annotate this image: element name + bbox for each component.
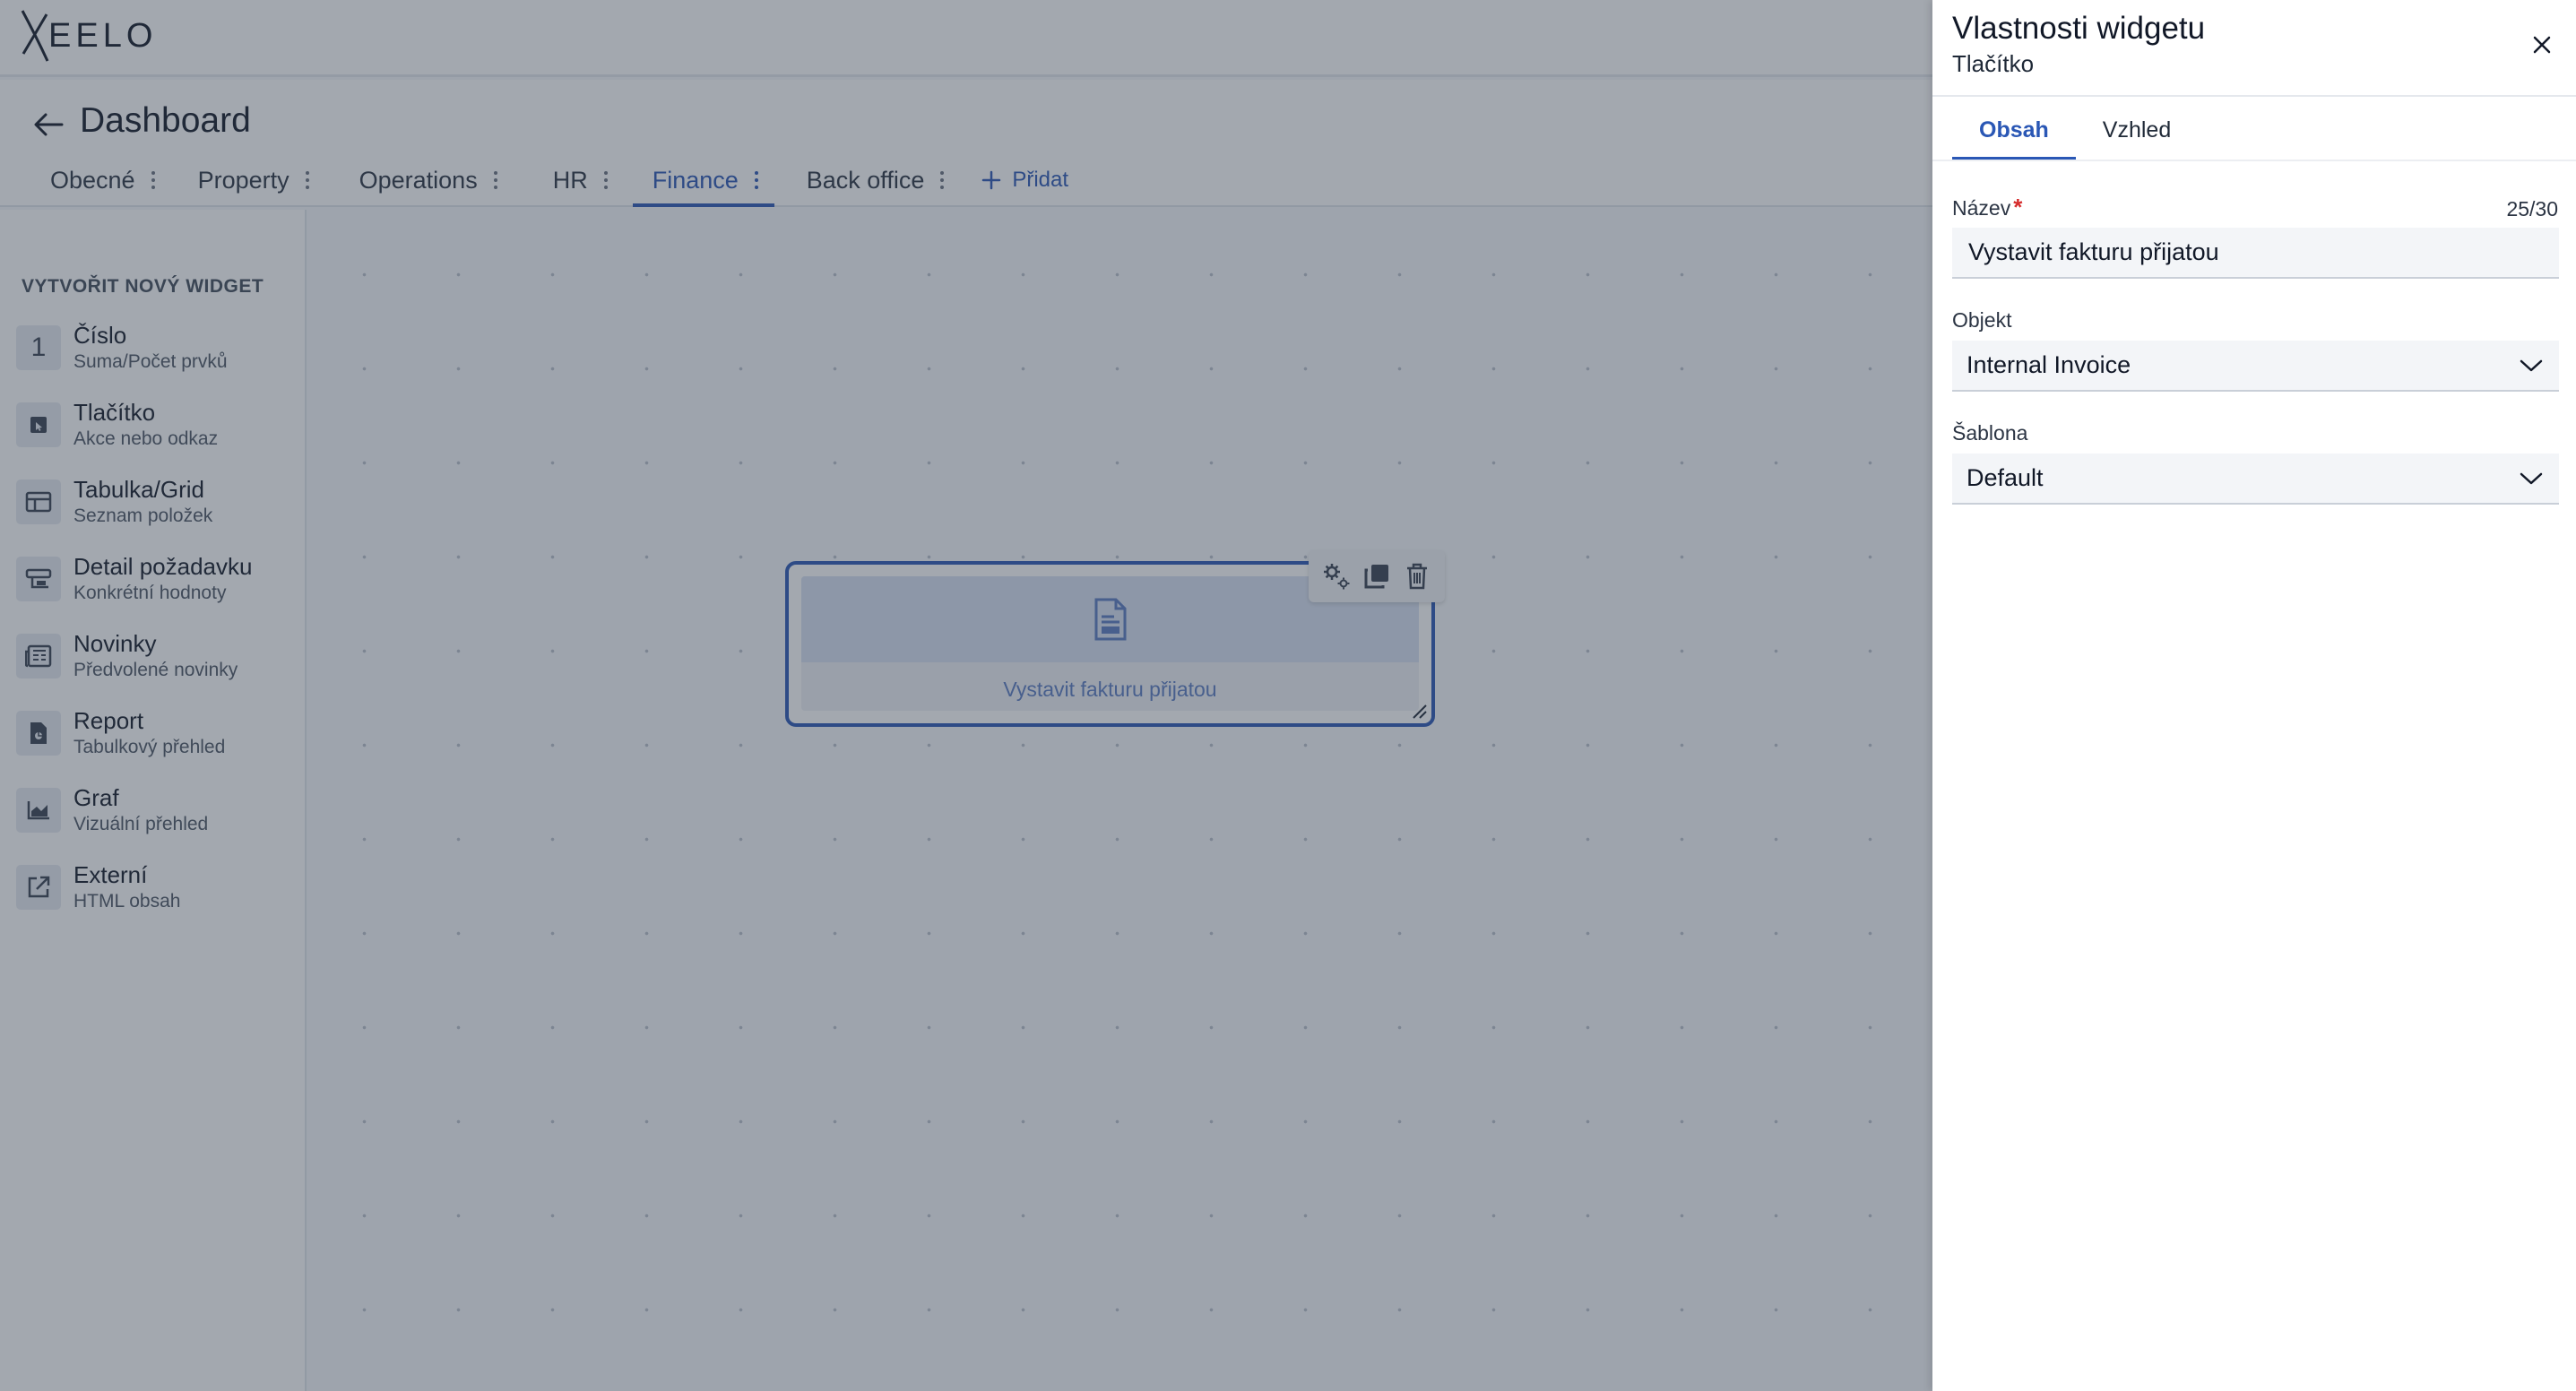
name-input[interactable]: Vystavit fakturu přijatou <box>1952 228 2559 279</box>
panel-tabs: Obsah Vzhled <box>1952 100 2198 160</box>
chevron-down-icon <box>2518 352 2545 379</box>
object-select[interactable]: Internal Invoice <box>1952 341 2559 392</box>
char-counter: 25/30 <box>2506 197 2558 220</box>
required-mark: * <box>2013 194 2023 220</box>
name-field-label: Název * <box>1952 194 2023 220</box>
template-select-value: Default <box>1967 464 2044 491</box>
tab-obsah[interactable]: Obsah <box>1952 100 2076 160</box>
template-select[interactable]: Default <box>1952 454 2559 505</box>
tab-vzhled[interactable]: Vzhled <box>2076 100 2198 160</box>
divider <box>1932 160 2576 161</box>
object-field-label: Objekt <box>1952 308 2012 332</box>
modal-overlay[interactable] <box>0 0 1932 1391</box>
close-button[interactable] <box>2524 27 2560 63</box>
template-field-label: Šablona <box>1952 421 2028 445</box>
object-select-value: Internal Invoice <box>1967 351 2131 378</box>
name-input-value: Vystavit fakturu přijatou <box>1968 238 2219 265</box>
panel-title: Vlastnosti widgetu <box>1952 11 2206 46</box>
divider <box>1932 95 2576 97</box>
close-icon <box>2533 36 2551 54</box>
chevron-down-icon <box>2518 465 2545 492</box>
widget-properties-panel: Vlastnosti widgetu Tlačítko Obsah Vzhled… <box>1932 0 2576 1391</box>
panel-subtitle: Tlačítko <box>1952 50 2035 77</box>
